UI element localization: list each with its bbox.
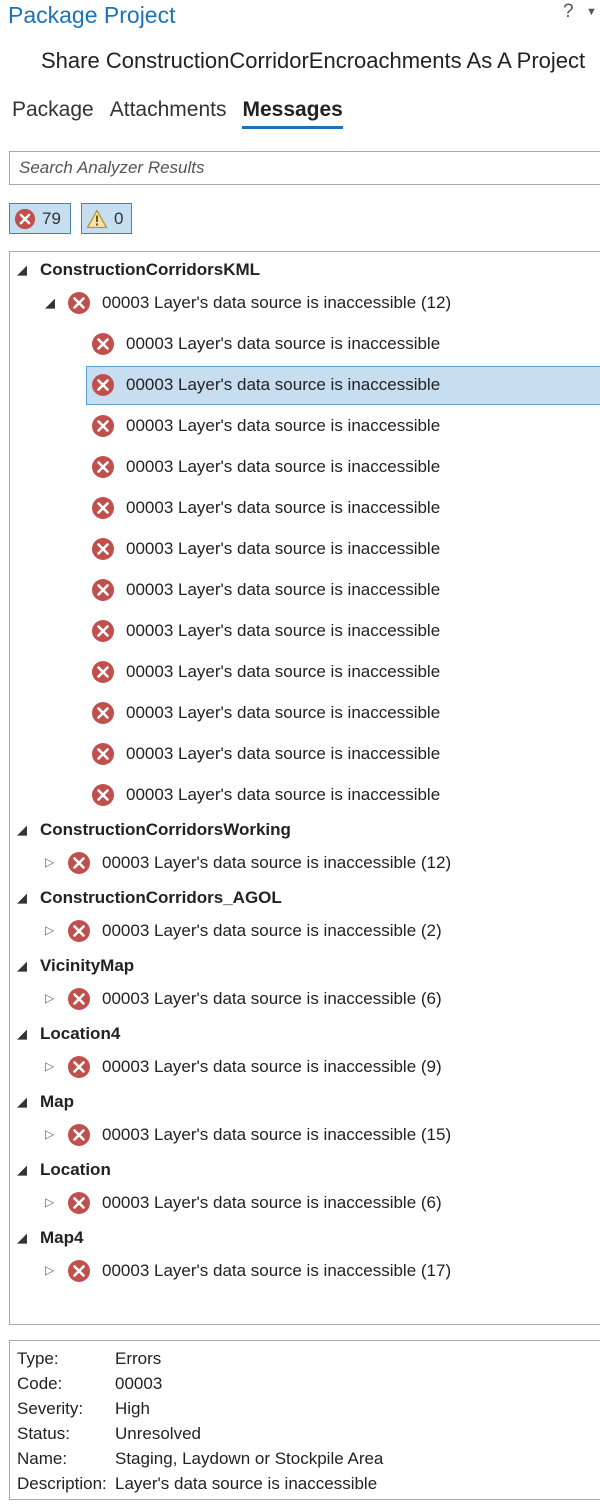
warning-filter-button[interactable]: 0 xyxy=(81,203,132,234)
window-title: Package Project xyxy=(8,2,176,28)
detail-value: Unresolved xyxy=(115,1424,201,1443)
error-icon xyxy=(91,578,115,602)
results-tree[interactable]: ◢ ConstructionCorridorsKML ◢ 00003 Layer's … xyxy=(9,251,600,1325)
tree-child-message[interactable]: 00003 Layer's data source is inaccessibl… xyxy=(126,334,440,354)
tree-group-label[interactable]: ConstructionCorridorsKML xyxy=(40,260,260,280)
error-icon xyxy=(91,619,115,643)
tree-group-label[interactable]: Location xyxy=(40,1160,111,1180)
error-icon xyxy=(91,701,115,725)
collapse-icon[interactable]: ◢ xyxy=(45,296,55,309)
error-icon xyxy=(67,1259,91,1283)
detail-row: Code: 00003 xyxy=(17,1374,162,1394)
detail-row: Name: Staging, Laydown or Stockpile Area xyxy=(17,1449,383,1469)
expand-icon[interactable]: ▷ xyxy=(45,856,54,868)
tree-child-message[interactable]: 00003 Layer's data source is inaccessibl… xyxy=(126,744,440,764)
error-icon xyxy=(91,414,115,438)
expand-collapse-icon[interactable]: ◢ xyxy=(17,1095,27,1108)
expand-collapse-icon[interactable]: ◢ xyxy=(17,823,27,836)
error-icon xyxy=(67,987,91,1011)
detail-key: Severity: xyxy=(17,1399,84,1418)
expand-icon[interactable]: ▷ xyxy=(45,1128,54,1140)
page-subtitle: Share ConstructionCorridorEncroachments … xyxy=(41,48,586,73)
tree-child-message[interactable]: 00003 Layer's data source is inaccessibl… xyxy=(126,498,440,518)
tree-child-message[interactable]: 00003 Layer's data source is inaccessibl… xyxy=(126,457,440,477)
detail-value: Errors xyxy=(115,1349,162,1368)
error-icon xyxy=(91,455,115,479)
tab-messages[interactable]: Messages xyxy=(242,98,343,129)
expand-icon[interactable]: ▷ xyxy=(45,1196,54,1208)
detail-key: Name: xyxy=(17,1449,68,1468)
error-count: 79 xyxy=(42,208,61,228)
detail-value: High xyxy=(115,1399,150,1418)
chevron-down-icon[interactable]: ▼ xyxy=(586,6,597,18)
help-icon[interactable]: ? xyxy=(563,1,574,23)
tree-message-label[interactable]: 00003 Layer's data source is inaccessibl… xyxy=(102,293,451,313)
tree-message-label[interactable]: 00003 Layer's data source is inaccessibl… xyxy=(102,921,442,941)
expand-icon[interactable]: ▷ xyxy=(45,1060,54,1072)
tree-child-message[interactable]: 00003 Layer's data source is inaccessibl… xyxy=(126,785,440,805)
tree-child-message[interactable]: 00003 Layer's data source is inaccessibl… xyxy=(126,662,440,682)
tree-group-label[interactable]: Map xyxy=(40,1092,74,1112)
tree-child-message[interactable]: 00003 Layer's data source is inaccessibl… xyxy=(126,375,440,395)
details-panel: Type: Errors Code: 00003 Severity: High Status… xyxy=(9,1340,600,1500)
tree-child-message[interactable]: 00003 Layer's data source is inaccessibl… xyxy=(126,703,440,723)
error-filter-button[interactable]: 79 xyxy=(9,203,71,234)
search-input[interactable] xyxy=(9,151,600,185)
expand-collapse-icon[interactable]: ◢ xyxy=(17,1163,27,1176)
tree-message-label[interactable]: 00003 Layer's data source is inaccessibl… xyxy=(102,853,451,873)
error-icon xyxy=(91,332,115,356)
error-icon xyxy=(91,537,115,561)
tree-group-label[interactable]: Location4 xyxy=(40,1024,120,1044)
detail-key: Type: xyxy=(17,1349,59,1368)
tab-attachments[interactable]: Attachments xyxy=(110,98,227,129)
error-icon xyxy=(91,373,115,397)
tab-bar: Package Attachments Messages xyxy=(12,98,343,129)
tree-child-message[interactable]: 00003 Layer's data source is inaccessibl… xyxy=(126,621,440,641)
expand-icon[interactable]: ▷ xyxy=(45,992,54,1004)
detail-row: Severity: High xyxy=(17,1399,150,1419)
expand-collapse-icon[interactable]: ◢ xyxy=(17,891,27,904)
tab-package[interactable]: Package xyxy=(12,98,94,129)
tree-group-label[interactable]: ConstructionCorridorsWorking xyxy=(40,820,291,840)
detail-key: Status: xyxy=(17,1424,70,1443)
tree-group-label[interactable]: Map4 xyxy=(40,1228,83,1248)
tree-child-message[interactable]: 00003 Layer's data source is inaccessibl… xyxy=(126,539,440,559)
expand-collapse-icon[interactable]: ◢ xyxy=(17,263,27,276)
tree-message-label[interactable]: 00003 Layer's data source is inaccessibl… xyxy=(102,1261,451,1281)
expand-icon[interactable]: ▷ xyxy=(45,924,54,936)
detail-key: Code: xyxy=(17,1374,63,1393)
warning-icon xyxy=(86,208,108,228)
expand-collapse-icon[interactable]: ◢ xyxy=(17,1231,27,1244)
expand-icon[interactable]: ▷ xyxy=(45,1264,54,1276)
tree-message-label[interactable]: 00003 Layer's data source is inaccessibl… xyxy=(102,1125,451,1145)
error-icon xyxy=(67,1055,91,1079)
detail-value: Staging, Laydown or Stockpile Area xyxy=(115,1449,384,1468)
tree-child-message[interactable]: 00003 Layer's data source is inaccessibl… xyxy=(126,416,440,436)
detail-row: Description: Layer's data source is inacc… xyxy=(17,1474,377,1494)
error-icon xyxy=(67,1123,91,1147)
expand-collapse-icon[interactable]: ◢ xyxy=(17,959,27,972)
error-icon xyxy=(91,660,115,684)
tree-group-label[interactable]: VicinityMap xyxy=(40,956,134,976)
detail-key: Description: xyxy=(17,1474,107,1493)
tree-message-label[interactable]: 00003 Layer's data source is inaccessibl… xyxy=(102,1057,442,1077)
error-icon xyxy=(91,742,115,766)
detail-row: Type: Errors xyxy=(17,1349,161,1369)
tree-message-label[interactable]: 00003 Layer's data source is inaccessibl… xyxy=(102,989,442,1009)
detail-row: Status: Unresolved xyxy=(17,1424,201,1444)
tree-message-label[interactable]: 00003 Layer's data source is inaccessibl… xyxy=(102,1193,442,1213)
error-icon xyxy=(91,496,115,520)
error-icon xyxy=(67,291,91,315)
error-icon xyxy=(91,783,115,807)
expand-collapse-icon[interactable]: ◢ xyxy=(17,1027,27,1040)
error-icon xyxy=(67,919,91,943)
tree-group-label[interactable]: ConstructionCorridors_AGOL xyxy=(40,888,282,908)
error-icon xyxy=(67,1191,91,1215)
error-icon xyxy=(14,208,36,230)
tree-child-message[interactable]: 00003 Layer's data source is inaccessibl… xyxy=(126,580,440,600)
error-icon xyxy=(67,851,91,875)
detail-value: 00003 xyxy=(115,1374,163,1393)
detail-value: Layer's data source is inaccessible xyxy=(115,1474,378,1493)
warning-count: 0 xyxy=(114,208,124,228)
